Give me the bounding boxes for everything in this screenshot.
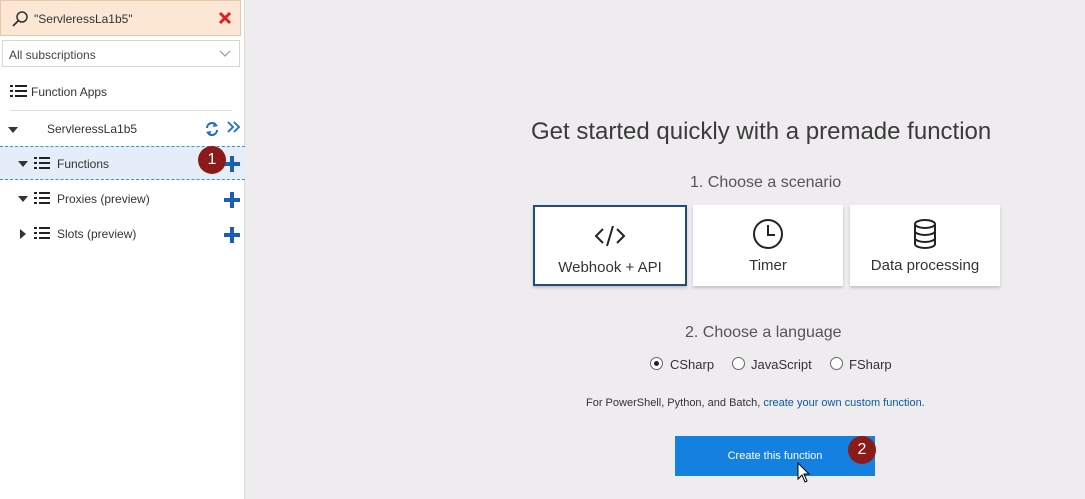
search-input[interactable]: "ServleressLa1b5" (34, 12, 133, 26)
caret-down-icon[interactable] (18, 159, 28, 169)
tree-item-app[interactable]: ServleressLa1b5 (0, 113, 245, 147)
radio-label-javascript[interactable]: JavaScript (751, 357, 812, 372)
radio-label-fsharp[interactable]: FSharp (849, 357, 892, 372)
page-title: Get started quickly with a premade funct… (531, 118, 992, 145)
caret-down-icon[interactable] (18, 194, 28, 204)
search-box[interactable]: "ServleressLa1b5" (0, 0, 241, 36)
caret-right-icon[interactable] (18, 229, 28, 239)
list-icon (34, 192, 50, 204)
add-icon[interactable] (224, 192, 240, 208)
mouse-cursor-icon (797, 462, 811, 483)
tree-item-label: Functions (57, 157, 110, 171)
double-chevron-right-icon[interactable] (226, 119, 242, 135)
tree-item-label: Proxies (preview) (57, 192, 150, 206)
tree-item-proxies[interactable]: Proxies (preview) (0, 182, 245, 216)
chevron-down-icon (219, 50, 231, 57)
custom-note-text: For PowerShell, Python, and Batch, (586, 397, 764, 409)
radio-fsharp[interactable] (830, 357, 843, 370)
scenario-label: Timer (749, 257, 787, 274)
scenario-label: Webhook + API (558, 259, 662, 276)
radio-javascript[interactable] (732, 357, 745, 370)
tree-item-label: Slots (preview) (57, 227, 137, 241)
step-badge-2: 2 (848, 436, 876, 464)
sidebar: "ServleressLa1b5" All subscriptions Func… (0, 0, 245, 499)
scenario-heading: 1. Choose a scenario (690, 174, 842, 191)
scenario-label: Data processing (870, 257, 980, 274)
clock-icon (753, 219, 783, 249)
app-name: ServleressLa1b5 (47, 122, 138, 136)
code-icon (594, 225, 626, 247)
subscription-selected: All subscriptions (9, 48, 96, 62)
scenario-card-webhook[interactable]: Webhook + API (533, 205, 687, 286)
close-icon[interactable] (218, 11, 232, 25)
scenario-card-data-processing[interactable]: Data processing (850, 205, 1000, 286)
language-heading: 2. Choose a language (685, 324, 842, 341)
radio-label-csharp[interactable]: CSharp (670, 357, 714, 372)
subscription-dropdown[interactable]: All subscriptions (2, 40, 240, 67)
tree-item-slots[interactable]: Slots (preview) (0, 217, 245, 251)
list-icon (34, 227, 50, 239)
list-icon (10, 85, 27, 97)
add-icon[interactable] (224, 227, 240, 243)
add-icon[interactable] (224, 156, 240, 172)
custom-function-note: For PowerShell, Python, and Batch, creat… (586, 397, 925, 409)
list-icon (34, 157, 50, 169)
custom-function-link[interactable]: create your own custom function. (763, 397, 924, 409)
radio-csharp[interactable] (650, 357, 663, 370)
refresh-icon[interactable] (204, 121, 220, 137)
function-apps-label: Function Apps (31, 85, 108, 99)
scenario-card-timer[interactable]: Timer (693, 205, 843, 286)
main-panel: Get started quickly with a premade funct… (246, 0, 1085, 499)
step-badge-1: 1 (198, 146, 226, 174)
database-icon (914, 219, 936, 249)
search-icon (12, 11, 28, 27)
create-function-button[interactable]: Create this function (675, 436, 875, 476)
caret-down-icon[interactable] (8, 125, 18, 135)
divider (10, 110, 232, 111)
